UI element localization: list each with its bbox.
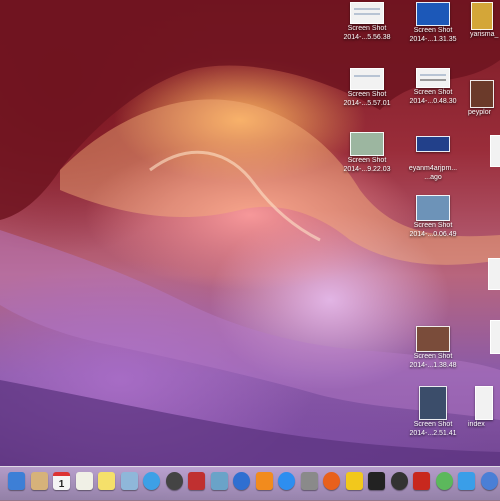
ibooks-icon[interactable] <box>255 472 273 490</box>
stickies-icon[interactable] <box>98 472 115 490</box>
finder-icon[interactable] <box>8 472 25 490</box>
screenshot-thumbnail <box>416 2 450 26</box>
file-name: eyanm4arjpm... <box>408 165 458 172</box>
cyberduck-icon[interactable] <box>345 472 363 490</box>
iphoto-icon[interactable] <box>210 472 228 490</box>
file-name: peyplor <box>468 109 491 116</box>
partial-file-icon[interactable] <box>490 320 500 354</box>
filezilla-icon[interactable] <box>413 472 430 490</box>
photobooth-icon[interactable] <box>165 472 183 490</box>
file-date: ...ago <box>424 174 442 181</box>
dock: 1 <box>0 466 500 501</box>
screenshot-thumbnail <box>350 68 384 90</box>
calendar-icon[interactable]: 1 <box>53 472 70 490</box>
vlc-icon[interactable] <box>435 472 453 490</box>
screenshot-thumbnail <box>416 68 450 88</box>
desktop-file-icon[interactable]: yarisma_ <box>452 2 500 39</box>
file-thumbnail <box>416 136 450 152</box>
desktop-file-icon[interactable]: index <box>468 386 500 429</box>
desktop-file-icon[interactable]: eyanm4arjpm... ...ago <box>393 136 473 182</box>
screenshot-thumbnail <box>416 326 450 352</box>
file-name: Screen Shot <box>413 353 453 360</box>
file-thumbnail <box>471 2 493 30</box>
notes-icon[interactable] <box>30 472 48 490</box>
partial-file-icon[interactable] <box>490 135 500 167</box>
file-date: 2014-...0.06.49 <box>409 231 457 238</box>
photo-icon[interactable] <box>188 472 205 490</box>
appstore-icon[interactable] <box>278 472 295 490</box>
systemprefs-icon[interactable] <box>300 472 318 490</box>
file-name: Screen Shot <box>413 421 453 428</box>
desktop-file-icon[interactable]: Screen Shot 2014-...2.51.41 <box>393 386 473 438</box>
partial-file-icon[interactable] <box>488 258 500 290</box>
spotlight-icon[interactable] <box>480 472 498 490</box>
screenshot-thumbnail <box>416 195 450 221</box>
safari-icon[interactable] <box>143 472 160 490</box>
twitter-icon[interactable] <box>458 472 475 490</box>
file-name: yarisma_ <box>470 31 499 38</box>
screenshot-thumbnail <box>350 2 384 24</box>
terminal-icon[interactable] <box>368 472 385 490</box>
file-name: index <box>468 421 485 428</box>
file-date: 2014-...1.38.48 <box>409 362 457 369</box>
textedit-icon[interactable] <box>75 472 93 490</box>
screenshot-thumbnail <box>419 386 447 420</box>
desktop-file-icon[interactable]: Screen Shot 2014-...0.06.49 <box>393 195 473 239</box>
file-thumbnail <box>475 386 493 420</box>
file-name: Screen Shot <box>413 222 453 229</box>
file-thumbnail <box>470 80 494 108</box>
firefox-icon[interactable] <box>323 472 340 490</box>
dvd-icon[interactable] <box>390 472 408 490</box>
desktop-file-icon[interactable]: Screen Shot 2014-...1.38.48 <box>393 326 473 370</box>
screenshot-thumbnail <box>350 132 384 156</box>
preview-icon[interactable] <box>120 472 138 490</box>
calendar-day: 1 <box>58 479 65 490</box>
file-date: 2014-...2.51.41 <box>409 430 457 437</box>
desktop-file-icon[interactable]: peyplor <box>452 80 500 117</box>
itunes-icon[interactable] <box>233 472 250 490</box>
